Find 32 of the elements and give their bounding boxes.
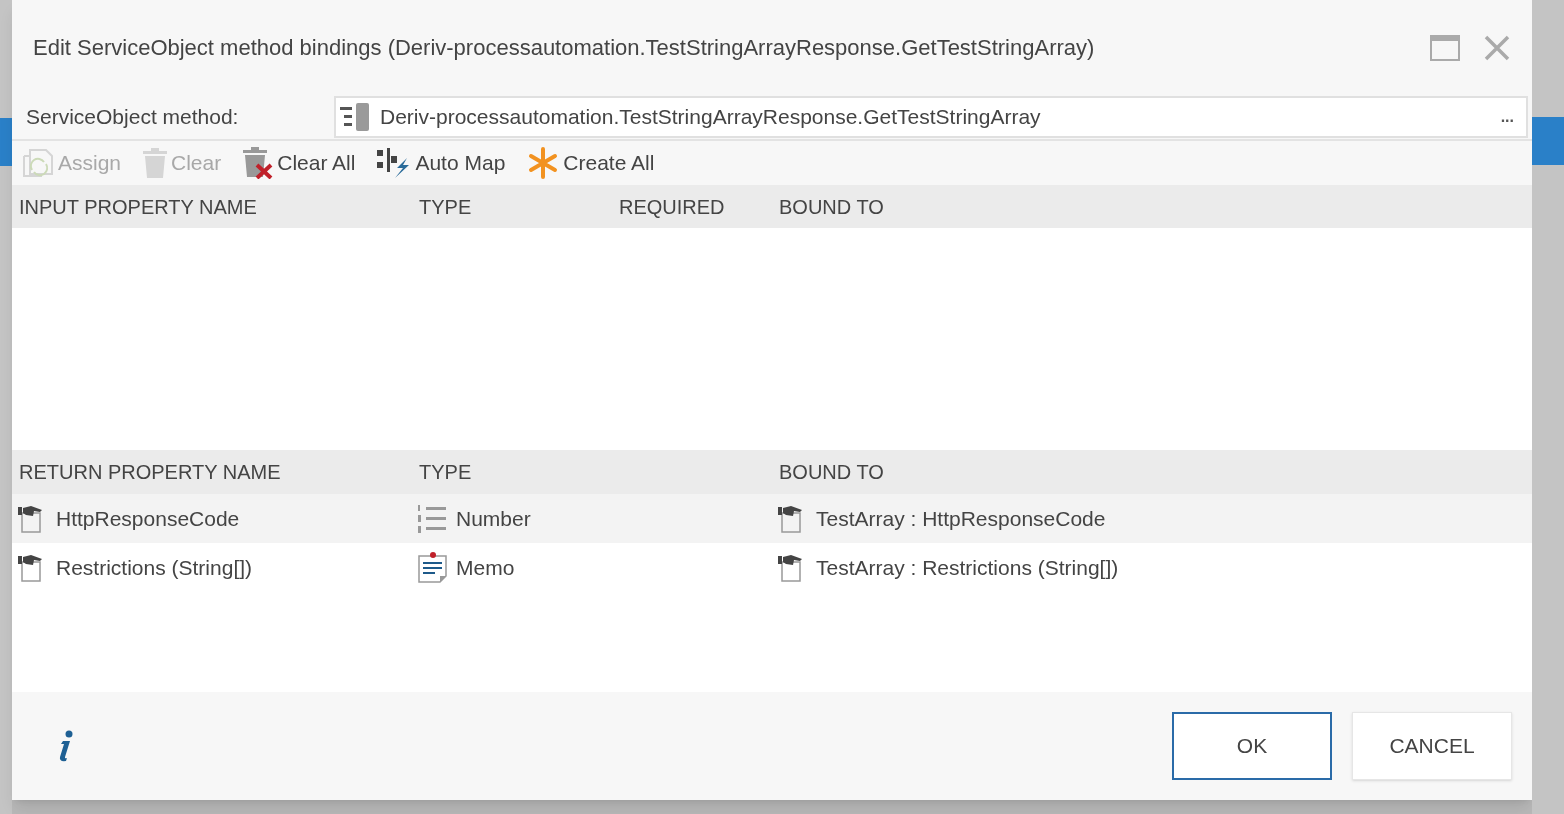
bound-to-value: TestArray : HttpResponseCode [816,505,1106,532]
column-header: BOUND TO [779,460,885,485]
dialog-button[interactable]: CANCEL [1352,712,1512,780]
dialog-button[interactable]: OK [1172,712,1332,780]
table-row[interactable]: HttpResponseCode Number TestArray : HttpResponseCode [12,494,1532,543]
document-refresh-icon [22,148,54,178]
asterisk-icon [527,147,560,179]
list-icon [340,103,372,131]
column-header: TYPE [419,460,473,485]
property-type: Number [456,505,531,532]
info-icon[interactable] [58,730,74,762]
maximize-button[interactable] [1430,34,1460,61]
property-type: Memo [456,554,515,581]
method-label: ServiceObject method: [26,104,240,131]
toolbar-button[interactable]: Clear All [243,147,356,179]
trash-delete-icon [243,147,274,179]
method-field[interactable]: Deriv-processautomation.TestStringArrayResponse.GetTestStringArray ... [334,96,1528,138]
dialog-title: Edit ServiceObject method bindings (Deriv-processautomation.TestStringArrayResponse.GetTestStringArray) [33,34,1095,62]
bound-to-value: TestArray : Restrictions (String[]) [816,554,1119,581]
column-header: TYPE [419,194,473,220]
toolbar-button[interactable]: Create All [527,147,655,179]
method-value: Deriv-processautomation.TestStringArrayResponse.GetTestStringArray [380,104,1042,131]
close-icon [1484,34,1510,61]
trash-icon [143,148,168,178]
column-header: BOUND TO [779,194,885,220]
column-header: RETURN PROPERTY NAME [19,460,282,485]
toolbar-button[interactable]: Auto Map [377,147,506,179]
property-name: HttpResponseCode [56,505,240,532]
column-header: REQUIRED [619,194,726,220]
more-button[interactable]: ... [1500,105,1514,129]
column-header: INPUT PROPERTY NAME [19,194,258,220]
property-name: Restrictions (String[]) [56,554,253,581]
